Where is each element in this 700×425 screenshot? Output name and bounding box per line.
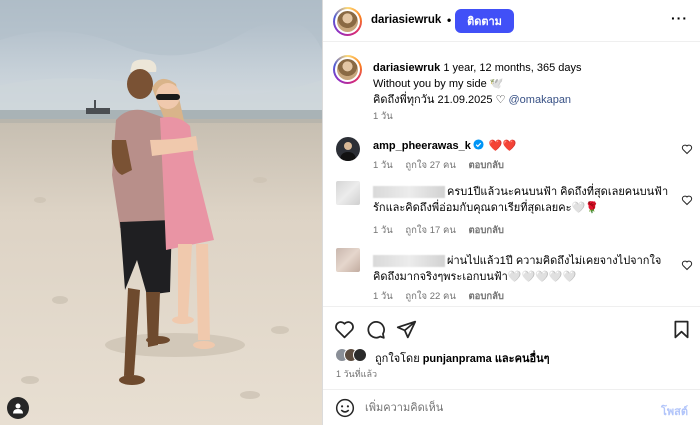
- comment-1: amp_pheerawas_k ❤️❤️: [373, 138, 669, 154]
- likes-prefix: ถูกใจโดย: [375, 353, 420, 365]
- caption-line-1: 1 year, 12 months, 365 days: [443, 62, 582, 74]
- comment-username-hidden[interactable]: [373, 255, 445, 268]
- share-icon[interactable]: [396, 319, 417, 340]
- comment-3: ผ่านไปแล้ว1ปี ความคิดถึงไม่เคยจางไปจากใจ…: [373, 253, 669, 285]
- comment-composer: โพสต์: [323, 389, 700, 425]
- comment-icon[interactable]: [365, 319, 386, 340]
- comment-meta: 1 วัน ถูกใจ 27 คน ตอบกลับ: [373, 158, 514, 173]
- comment-time: 1 วัน: [373, 225, 393, 236]
- post-photo[interactable]: [0, 0, 322, 425]
- comment-avatar-blurred[interactable]: [336, 181, 360, 205]
- caption-mention[interactable]: @omakapan: [509, 94, 572, 106]
- caption-heart: ♡: [495, 94, 506, 106]
- post-timestamp[interactable]: 1 วันที่แล้ว: [336, 367, 377, 381]
- comment-meta: 1 วัน ถูกใจ 22 คน ตอบกลับ: [373, 289, 514, 304]
- header-separator: •: [447, 13, 452, 27]
- caption-line-3: คิดถึงพี่ทุกวัน 21.09.2025: [373, 94, 493, 106]
- post-actions: [323, 306, 700, 348]
- beach-couple-image: [0, 0, 322, 425]
- caption: dariasiewruk 1 year, 12 months, 365 days…: [373, 60, 693, 108]
- bookmark-icon[interactable]: [671, 319, 692, 340]
- follow-button[interactable]: ติดตาม: [455, 9, 514, 33]
- caption-username[interactable]: dariasiewruk: [373, 62, 440, 74]
- comment-input[interactable]: [365, 398, 645, 418]
- comment-likes[interactable]: ถูกใจ 27 คน: [405, 160, 455, 171]
- author-username[interactable]: dariasiewruk: [371, 14, 441, 26]
- comment-text: ❤️❤️: [488, 140, 517, 152]
- comment-time: 1 วัน: [373, 160, 393, 171]
- verified-icon: [473, 139, 484, 150]
- reply-button[interactable]: ตอบกลับ: [468, 291, 504, 302]
- caption-author-avatar[interactable]: [333, 55, 362, 84]
- more-options-icon[interactable]: ···: [671, 10, 688, 26]
- comment-like-heart-icon[interactable]: [681, 194, 693, 206]
- comment-time: 1 วัน: [373, 291, 393, 302]
- comment-avatar-blurred[interactable]: [336, 248, 360, 272]
- caption-time: 1 วัน: [373, 111, 393, 122]
- reply-button[interactable]: ตอบกลับ: [468, 160, 504, 171]
- comment-likes[interactable]: ถูกใจ 22 คน: [405, 291, 455, 302]
- comment-username-hidden[interactable]: [373, 186, 445, 199]
- emoji-icon[interactable]: [335, 398, 355, 418]
- reply-button[interactable]: ตอบกลับ: [468, 225, 504, 236]
- comment-like-heart-icon[interactable]: [681, 143, 693, 155]
- user-tag-icon: [13, 403, 23, 414]
- comment-avatar[interactable]: [336, 137, 360, 161]
- likes-summary: ถูกใจโดย punjanprama และคนอื่นๆ: [375, 349, 550, 367]
- liked-by: ถูกใจโดย punjanprama และคนอื่นๆ: [335, 348, 695, 366]
- heart-icon[interactable]: [334, 319, 355, 340]
- comments-list[interactable]: dariasiewruk 1 year, 12 months, 365 days…: [323, 43, 700, 305]
- comment-2: ครบ1ปีแล้วนะคนบนฟ้า คิดถึงที่สุดเลยคนบนฟ…: [373, 184, 669, 216]
- user-tag-button[interactable]: [7, 397, 29, 419]
- post-comment-button[interactable]: โพสต์: [661, 402, 688, 420]
- comment-likes[interactable]: ถูกใจ 17 คน: [405, 225, 455, 236]
- comment-username[interactable]: amp_pheerawas_k: [373, 140, 471, 152]
- comment-like-heart-icon[interactable]: [681, 259, 693, 271]
- comment-meta: 1 วัน ถูกใจ 17 คน ตอบกลับ: [373, 223, 514, 238]
- caption-line-2: Without you by my side 🕊️: [373, 78, 504, 90]
- liker-avatar[interactable]: [353, 348, 367, 362]
- likes-others[interactable]: และคนอื่นๆ: [495, 353, 550, 365]
- post-side-panel: dariasiewruk • ติดตาม ··· dariasiewruk 1…: [322, 0, 700, 425]
- likes-username[interactable]: punjanprama: [423, 353, 492, 365]
- author-avatar[interactable]: [333, 7, 362, 36]
- post-header: dariasiewruk • ติดตาม ···: [323, 0, 700, 42]
